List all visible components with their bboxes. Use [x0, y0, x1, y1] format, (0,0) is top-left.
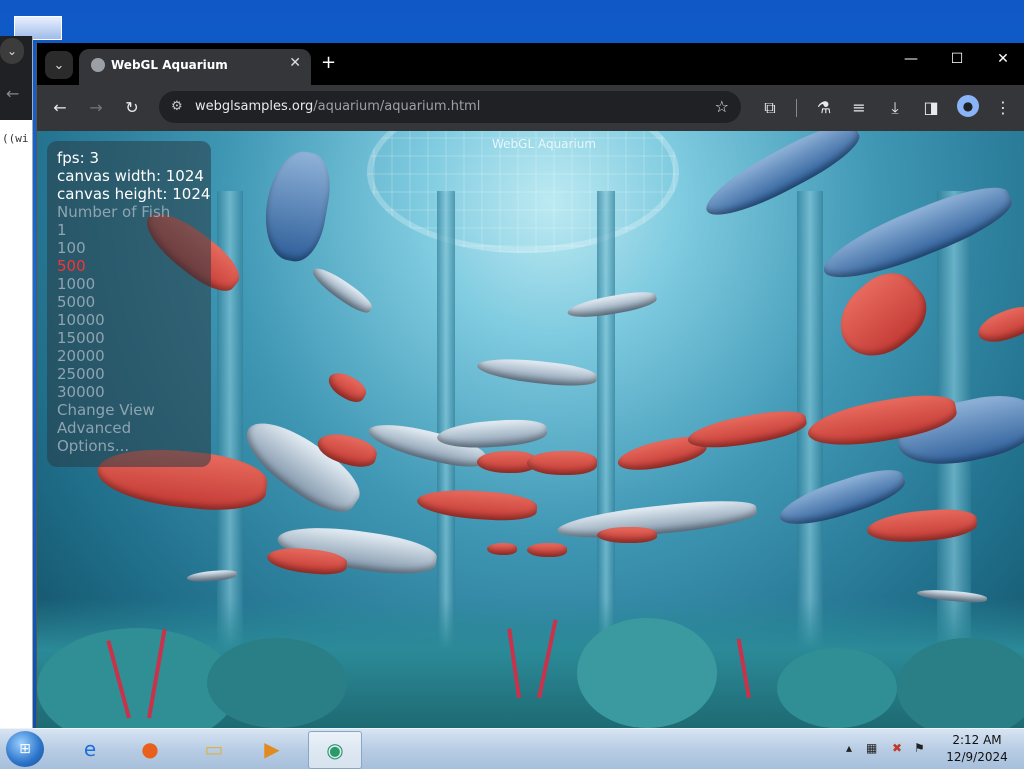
red-snapper-fish [324, 367, 370, 407]
tab-webgl-aquarium[interactable]: WebGL Aquarium ✕ [79, 49, 311, 85]
tab-title: WebGL Aquarium [111, 58, 228, 72]
profile-avatar-icon[interactable]: ● [957, 95, 979, 117]
windows-taskbar: ⊞ e ● ▭ ▶ ◉ ▴ ▦ ✖ ⚑ 2:12 AM 12/9/2024 [0, 728, 1024, 769]
tuna-fish [234, 408, 370, 524]
clock-time: 2:12 AM [952, 733, 1002, 747]
back-arrow-icon[interactable]: ← [6, 84, 19, 103]
red-snapper-fish [597, 527, 657, 543]
tab-strip: ⌄ WebGL Aquarium ✕ + — ☐ ✕ [37, 43, 1024, 85]
url-text[interactable]: webglsamples.org/aquarium/aquarium.html [195, 99, 480, 114]
coral [537, 619, 558, 699]
fish-count-option-30000[interactable]: 30000 [57, 383, 105, 401]
red-snapper-fish [527, 451, 597, 475]
side-panel-icon[interactable]: ◨ [920, 98, 942, 117]
chrome-taskbar-icon[interactable]: ◉ [308, 731, 362, 769]
tuna-fish [697, 131, 867, 229]
tuna-fish [476, 354, 598, 390]
chrome-browser-window: ⌄ WebGL Aquarium ✕ + — ☐ ✕ ← → ↻ ⚙ webgl… [36, 43, 1024, 728]
canvas-width-readout: canvas width: 1024 [57, 167, 204, 185]
back-arrow-icon[interactable]: ← [49, 98, 71, 117]
action-center-icon[interactable]: ▦ [866, 741, 877, 755]
rock [777, 648, 897, 728]
flag-icon[interactable]: ⚑ [914, 741, 925, 755]
toolbar-divider [796, 99, 797, 117]
more-menu-icon[interactable]: ⋮ [992, 98, 1014, 117]
tab-close-button[interactable]: ✕ [289, 55, 301, 71]
seafloor [37, 598, 1024, 728]
red-snapper-fish [527, 543, 567, 557]
firefox-icon[interactable]: ● [124, 731, 176, 767]
canvas-height-readout: canvas height: 1024 [57, 185, 211, 203]
tuna-fish [308, 262, 376, 318]
red-snapper-fish [974, 301, 1024, 349]
rock [897, 638, 1024, 728]
download-icon[interactable]: ⤓ [884, 98, 906, 118]
minimize-button[interactable]: — [896, 51, 926, 67]
fps-readout: fps: 3 [57, 149, 99, 167]
close-window-button[interactable]: ✕ [988, 51, 1018, 67]
tuna-fish [815, 175, 1019, 293]
address-bar[interactable]: ⚙ webglsamples.org/aquarium/aquarium.htm… [159, 91, 741, 123]
fish-count-option-10000[interactable]: 10000 [57, 311, 105, 329]
red-snapper-fish [685, 405, 809, 455]
bookmark-star-icon[interactable]: ☆ [715, 97, 729, 116]
aquarium-title: WebGL Aquarium [492, 137, 597, 151]
coral [507, 628, 521, 699]
site-info-icon[interactable]: ⚙ [171, 99, 183, 114]
red-snapper-fish [416, 486, 538, 524]
fish-count-option-500[interactable]: 500 [57, 257, 86, 275]
red-snapper-fish [487, 543, 517, 555]
labs-flask-icon[interactable]: ⚗ [813, 98, 835, 117]
aquarium-canvas[interactable]: WebGL Aquarium fps: 3 canvas width: 1024… [37, 131, 1024, 728]
network-error-icon[interactable]: ✖ [892, 741, 902, 755]
fish-count-option-1[interactable]: 1 [57, 221, 67, 239]
background-browser-window[interactable]: ⌄ ← ((wi [0, 36, 33, 728]
windows-start-button[interactable]: ⊞ [6, 731, 44, 767]
media-player-icon[interactable]: ▶ [246, 731, 298, 767]
fish-count-option-15000[interactable]: 15000 [57, 329, 105, 347]
url-domain: webglsamples.org [195, 99, 314, 114]
forward-arrow-icon[interactable]: → [85, 98, 107, 117]
background-window-titlebar: ⌄ ← [0, 36, 32, 120]
rock [577, 618, 717, 728]
fish-count-option-25000[interactable]: 25000 [57, 365, 105, 383]
change-view-option[interactable]: Change View [57, 401, 155, 419]
options-menu-option[interactable]: Options... [57, 437, 129, 455]
system-clock[interactable]: 2:12 AM 12/9/2024 [938, 732, 1016, 766]
url-path: /aquarium/aquarium.html [313, 99, 481, 114]
media-controls-icon[interactable]: ≡ [848, 98, 870, 117]
browser-toolbar: ← → ↻ ⚙ webglsamples.org/aquarium/aquari… [37, 85, 1024, 131]
tab-search-button[interactable]: ⌄ [45, 51, 73, 79]
chevron-down-icon[interactable]: ⌄ [0, 38, 24, 64]
background-code-text: ((wi [2, 132, 29, 145]
clock-date: 12/9/2024 [946, 750, 1008, 764]
rock [207, 638, 347, 728]
fish-count-option-100[interactable]: 100 [57, 239, 86, 257]
maximize-button[interactable]: ☐ [942, 51, 972, 67]
fish-count-option-1000[interactable]: 1000 [57, 275, 95, 293]
fish-count-option-20000[interactable]: 20000 [57, 347, 105, 365]
aquarium-settings-panel: fps: 3 canvas width: 1024 canvas height:… [47, 141, 211, 467]
extensions-icon[interactable]: ⧉ [759, 98, 781, 118]
show-hidden-icons-icon[interactable]: ▴ [846, 741, 852, 755]
reload-icon[interactable]: ↻ [121, 98, 143, 117]
fish-count-option-5000[interactable]: 5000 [57, 293, 95, 311]
tuna-fish [556, 495, 758, 545]
tuna-fish [257, 146, 337, 266]
globe-icon [91, 58, 105, 72]
number-of-fish-label: Number of Fish [57, 203, 171, 221]
advanced-option[interactable]: Advanced [57, 419, 131, 437]
coral [736, 638, 751, 699]
file-explorer-icon[interactable]: ▭ [188, 731, 240, 767]
internet-explorer-icon[interactable]: e [64, 731, 116, 767]
new-tab-button[interactable]: + [321, 52, 336, 73]
